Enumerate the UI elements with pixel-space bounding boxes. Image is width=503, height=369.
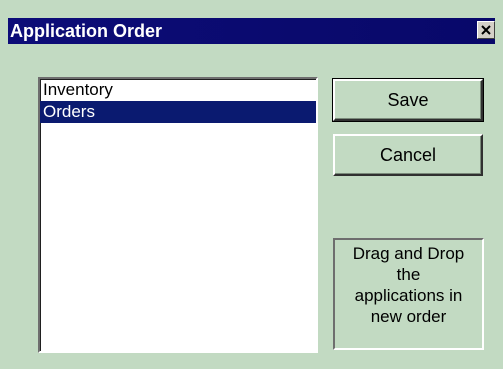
save-button[interactable]: Save [332, 78, 484, 122]
applications-listbox[interactable]: Inventory Orders [38, 77, 318, 353]
close-icon [481, 25, 491, 35]
application-order-dialog: Application Order Inventory Orders Save … [0, 0, 503, 369]
title-bar[interactable]: Application Order [8, 18, 495, 44]
hint-line: applications in [354, 286, 463, 305]
cancel-button[interactable]: Cancel [333, 134, 483, 176]
hint-line: new order [370, 307, 447, 326]
close-button[interactable] [477, 21, 495, 39]
window-title: Application Order [10, 21, 163, 41]
hint-line: Drag and Drop [352, 244, 465, 263]
list-item[interactable]: Inventory [40, 79, 316, 101]
list-item[interactable]: Orders [40, 101, 316, 123]
hint-line: the [396, 265, 421, 284]
drag-drop-hint: Drag and Drop the applications in new or… [333, 238, 484, 350]
